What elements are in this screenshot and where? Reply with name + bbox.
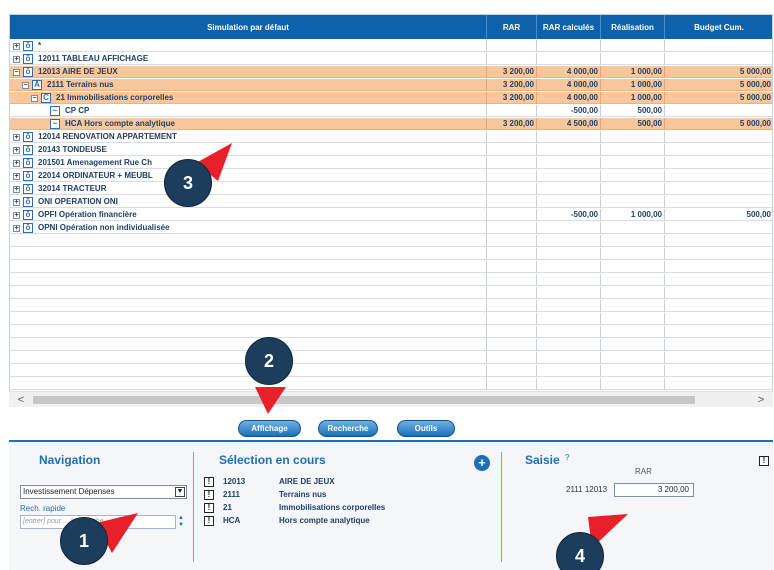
callout-badge: 2: [245, 337, 293, 385]
app-window: Simulation par défaut RAR RAR calculés R…: [0, 0, 774, 570]
callout-pointers: [96, 143, 628, 553]
callout-badge: 3: [164, 159, 212, 207]
callout-badge: 1: [60, 517, 108, 565]
pointer-2: [255, 387, 286, 414]
